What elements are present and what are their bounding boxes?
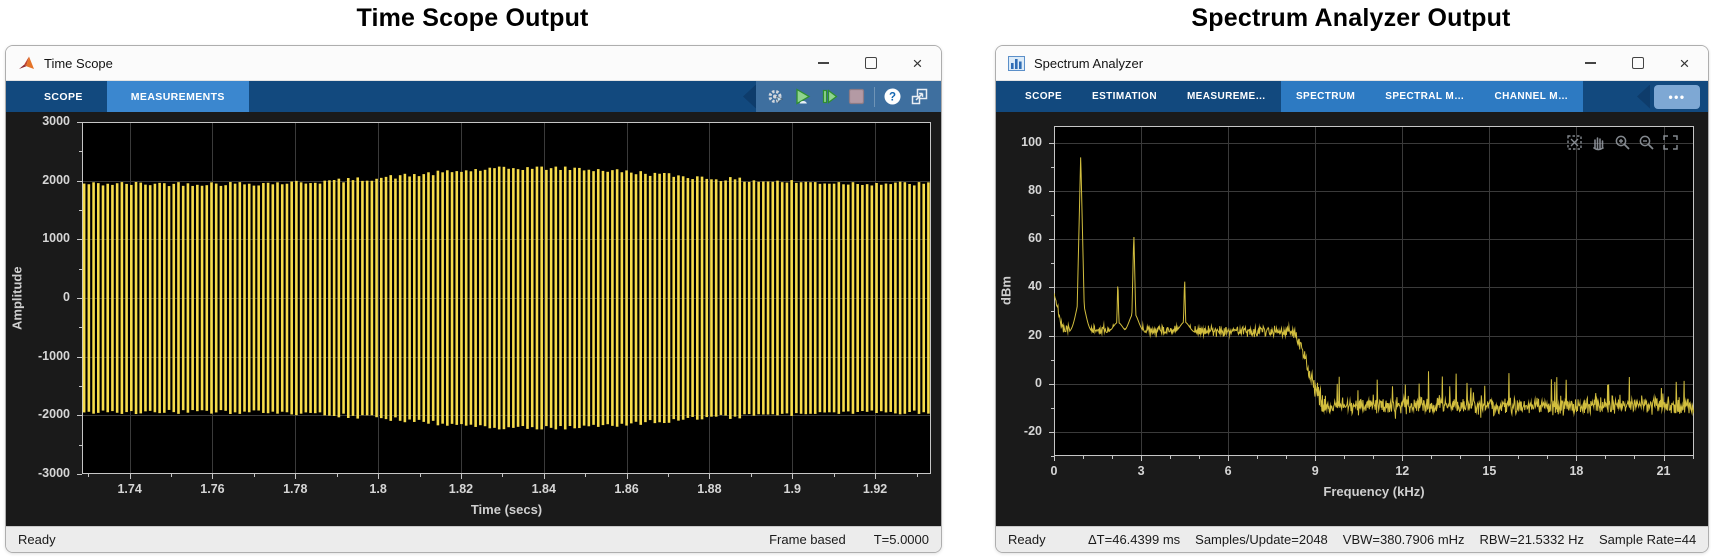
settings-icon[interactable] — [766, 87, 785, 106]
minimize-icon — [818, 62, 829, 64]
tab-spectral-m[interactable]: SPECTRAL M… — [1370, 81, 1479, 112]
more-tabs-button[interactable]: ••• — [1654, 84, 1700, 109]
close-icon: × — [1679, 53, 1690, 73]
tab-measureme[interactable]: MEASUREME… — [1172, 81, 1281, 112]
run-icon[interactable] — [793, 87, 812, 106]
spectrum-plot-area: 0 3 6 9 12 15 18 21 100 80 60 40 20 0 -20 Frequency (kH… — [996, 112, 1708, 526]
time-scope-window: Time Scope × SCOPE MEASUREMENTS ? 1.74 1.7… — [5, 45, 942, 553]
maximize-icon — [864, 57, 877, 69]
tab-spectrum[interactable]: SPECTRUM — [1281, 81, 1370, 112]
zoom-in-icon[interactable] — [1614, 134, 1631, 151]
x-tick-label: 0 — [1050, 464, 1058, 478]
spectrum-tab-bar-dark: SCOPE ESTIMATION MEASUREME… — [1010, 81, 1281, 112]
spectrum-analyzer-app-icon — [1008, 55, 1026, 71]
status-value: Frame based — [769, 532, 846, 547]
minimize-icon — [1585, 62, 1596, 64]
close-button[interactable]: × — [1661, 46, 1708, 80]
spectrum-toolbar-overflow: ••• — [1637, 81, 1708, 112]
collapse-chevron-icon — [1637, 84, 1650, 109]
time-scope-statusbar: Ready Frame based T=5.0000 — [6, 526, 941, 552]
tab-estimation[interactable]: ESTIMATION — [1077, 81, 1172, 112]
x-tick-label: 18 — [1569, 464, 1584, 478]
maximize-button[interactable] — [1614, 46, 1661, 80]
window-title: Spectrum Analyzer — [1034, 55, 1144, 71]
x-tick-label: 1.78 — [283, 482, 308, 496]
x-tick-label: 1.92 — [862, 482, 888, 496]
y-axis-label: Amplitude — [9, 266, 25, 330]
time-scope-heading: Time Scope Output — [356, 4, 589, 32]
status-value: VBW=380.7906 mHz — [1342, 532, 1465, 547]
spectrum-plot-canvas — [1046, 118, 1702, 464]
x-tick-label: 1.76 — [200, 482, 225, 496]
maximize-button[interactable] — [847, 46, 894, 80]
spectrum-analyzer-window: Spectrum Analyzer × SCOPE ESTIMATION MEASU… — [995, 45, 1709, 553]
spectrum-analyzer-titlebar[interactable]: Spectrum Analyzer × — [996, 46, 1708, 81]
maximize-icon — [1631, 57, 1644, 69]
x-tick-label: 1.84 — [531, 482, 556, 496]
time-scope-titlebar[interactable]: Time Scope × — [6, 46, 941, 81]
x-tick-label: 12 — [1395, 464, 1410, 478]
status-measurement-segments: ΔT=46.4399 ms Samples/Update=2048 VBW=380.… — [1088, 532, 1696, 547]
x-tick-label: 15 — [1482, 464, 1497, 478]
x-tick-label: 1.86 — [614, 482, 639, 496]
scope-run-controls: ? — [756, 81, 941, 112]
collapse-chevron-icon — [743, 84, 756, 109]
spectrum-analyzer-heading: Spectrum Analyzer Output — [1191, 4, 1511, 32]
time-scope-toolstrip: SCOPE MEASUREMENTS ? — [6, 81, 941, 112]
close-button[interactable]: × — [894, 46, 941, 80]
time-scope-toolbar: ? — [743, 81, 941, 112]
stop-icon[interactable] — [847, 87, 866, 106]
time-scope-plot-canvas — [74, 114, 939, 482]
x-tick-label: 9 — [1311, 464, 1319, 478]
time-scope-plot-area: 1.74 1.76 1.78 1.8 1.82 1.84 1.86 1.88 1.9 1.92 30… — [6, 112, 941, 526]
time-scope-tab-bar: SCOPE MEASUREMENTS — [20, 81, 249, 112]
x-tick-label: 1.82 — [448, 482, 474, 496]
window-controls: × — [1567, 46, 1708, 80]
spectrum-tab-bar-light: SPECTRUM SPECTRAL M… CHANNEL M… — [1280, 81, 1584, 112]
status-value: RBW=21.5332 Hz — [1479, 532, 1584, 547]
x-tick-label: 3 — [1137, 464, 1145, 478]
status-value: Samples/Update=2048 — [1195, 532, 1328, 547]
plot-zoom-toolbar — [1566, 134, 1679, 151]
svg-text:?: ? — [889, 91, 896, 103]
x-axis-label: Frequency (kHz) — [1323, 484, 1425, 499]
x-tick-label: 21 — [1656, 464, 1671, 478]
spectrum-analyzer-toolstrip: SCOPE ESTIMATION MEASUREME… SPECTRUM SPECTR… — [996, 81, 1708, 112]
step-forward-icon[interactable] — [820, 87, 839, 106]
window-controls: × — [800, 46, 941, 80]
x-tick-label: 6 — [1224, 464, 1232, 478]
status-text: Ready — [1008, 532, 1046, 547]
status-value: ΔT=46.4399 ms — [1088, 532, 1181, 547]
expand-icon[interactable] — [1662, 134, 1679, 151]
status-value: Sample Rate=44. — [1598, 532, 1696, 547]
dock-icon[interactable] — [910, 87, 929, 106]
x-tick-label: 1.9 — [783, 482, 801, 496]
status-value: T=5.0000 — [873, 532, 929, 547]
spectrum-statusbar: Ready ΔT=46.4399 ms Samples/Update=2048 VB… — [996, 526, 1708, 552]
toolbar-divider — [874, 86, 875, 107]
tab-scope[interactable]: SCOPE — [1010, 81, 1077, 112]
x-axis-label: Time (secs) — [470, 502, 543, 517]
y-axis-label: dBm — [998, 276, 1014, 306]
x-tick-label: 1.8 — [369, 482, 387, 496]
window-title: Time Scope — [44, 55, 113, 71]
pan-icon[interactable] — [1590, 134, 1607, 151]
tab-measurements[interactable]: MEASUREMENTS — [106, 81, 249, 112]
matlab-logo-icon — [18, 55, 36, 71]
status-text: Ready — [18, 532, 56, 547]
x-tick-label: 1.88 — [697, 482, 722, 496]
x-tick-label: 1.74 — [117, 482, 142, 496]
tab-scope[interactable]: SCOPE — [20, 81, 107, 112]
fit-view-icon[interactable] — [1566, 134, 1583, 151]
close-icon: × — [912, 53, 923, 73]
tab-channel-m[interactable]: CHANNEL M… — [1480, 81, 1584, 112]
status-right-segments: Frame based T=5.0000 — [769, 532, 929, 547]
zoom-out-icon[interactable] — [1638, 134, 1655, 151]
minimize-button[interactable] — [800, 46, 847, 80]
minimize-button[interactable] — [1567, 46, 1614, 80]
help-icon[interactable]: ? — [883, 87, 902, 106]
